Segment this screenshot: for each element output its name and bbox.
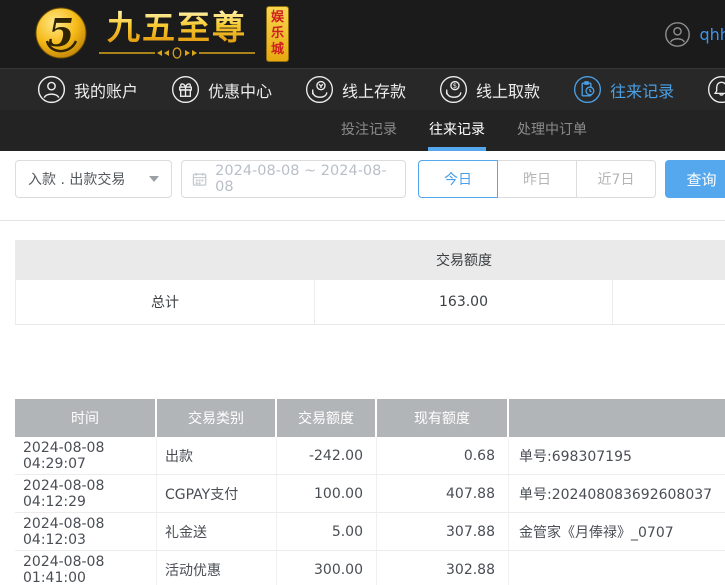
section-divider xyxy=(0,220,725,221)
transaction-type-value: 入款 . 出款交易 xyxy=(28,169,125,189)
nav-item-messages[interactable]: 信息 xyxy=(707,75,725,104)
table-row: 2024-08-08 01:41:00 活动优惠 300.00 302.88 xyxy=(15,551,725,585)
table-row: 2024-08-08 04:12:29 CGPAY支付 100.00 407.8… xyxy=(15,475,725,513)
transactions-table: 时间 交易类别 交易额度 现有额度 摘要 2024-08-08 04:29:07… xyxy=(15,399,725,585)
username[interactable]: qhhw xyxy=(699,25,725,44)
summary-header-empty xyxy=(15,240,315,280)
table-row: 2024-08-08 04:29:07 出款 -242.00 0.68 单号:6… xyxy=(15,437,725,475)
row-type: 礼金送 xyxy=(157,513,277,550)
summary-header-amount: 交易额度 xyxy=(315,240,613,280)
row-time: 2024-08-08 04:12:29 xyxy=(15,475,157,512)
row-time: 2024-08-08 01:41:00 xyxy=(15,551,157,585)
query-button[interactable]: 查询 xyxy=(665,160,725,198)
records-icon xyxy=(573,75,602,104)
avatar-icon xyxy=(664,21,691,48)
calendar-icon xyxy=(192,171,207,187)
summary-total-value: 163.00 xyxy=(315,280,613,324)
col-summary: 摘要 xyxy=(509,399,725,437)
col-type: 交易类别 xyxy=(157,399,277,437)
transactions-table-header: 时间 交易类别 交易额度 现有额度 摘要 xyxy=(15,399,725,437)
row-amount: -242.00 xyxy=(277,437,377,474)
summary-header-extra xyxy=(613,240,725,280)
row-type: 活动优惠 xyxy=(157,551,277,585)
nav-label: 往来记录 xyxy=(610,78,674,102)
date-range-value: 2024-08-08 ~ 2024-08-08 xyxy=(215,163,395,195)
transaction-records-page: 5 九五至尊 娱 乐 城 xyxy=(0,0,725,585)
deposit-icon xyxy=(305,75,334,104)
table-row: 2024-08-08 04:12:03 礼金送 5.00 307.88 金管家《… xyxy=(15,513,725,551)
range-yesterday-button[interactable]: 昨日 xyxy=(497,160,577,198)
row-type: 出款 xyxy=(157,437,277,474)
summary-total-label: 总计 xyxy=(15,280,315,324)
row-summary: 单号:698307195 xyxy=(509,437,725,474)
tab-transaction-records[interactable]: 往来记录 xyxy=(428,110,486,151)
summary-total-extra xyxy=(613,280,725,324)
tab-bet-records[interactable]: 投注记录 xyxy=(340,110,398,151)
col-amount: 交易额度 xyxy=(277,399,377,437)
svg-text:$: $ xyxy=(453,82,457,90)
logo-flourish-icon xyxy=(97,47,257,59)
row-summary: 金管家《月俸禄》_0707 xyxy=(509,513,725,550)
user-account[interactable]: qhhw xyxy=(664,0,725,68)
quick-range-group: 今日 昨日 近7日 xyxy=(418,160,656,198)
logo-badge: 娱 乐 城 xyxy=(266,6,289,62)
nav-item-records[interactable]: 往来记录 xyxy=(573,75,674,104)
site-logo[interactable]: 5 九五至尊 娱 乐 城 xyxy=(34,5,289,63)
gift-icon xyxy=(171,75,200,104)
chevron-down-icon xyxy=(149,176,159,182)
col-balance: 现有额度 xyxy=(377,399,509,437)
transaction-type-select[interactable]: 入款 . 出款交易 xyxy=(15,160,172,198)
row-amount: 300.00 xyxy=(277,551,377,585)
tab-pending-orders[interactable]: 处理中订单 xyxy=(516,110,588,151)
summary-table: 交易额度 总计 163.00 xyxy=(15,240,725,325)
nav-item-promotions[interactable]: 优惠中心 xyxy=(171,75,272,104)
date-range-input[interactable]: 2024-08-08 ~ 2024-08-08 xyxy=(181,160,406,198)
nav-item-my-account[interactable]: 我的账户 xyxy=(37,75,138,104)
col-time: 时间 xyxy=(15,399,157,437)
logo-emblem-icon: 5 xyxy=(34,5,88,63)
row-amount: 100.00 xyxy=(277,475,377,512)
filter-bar: 入款 . 出款交易 2024-08-08 ~ 2024-08-08 今日 昨日 … xyxy=(15,160,656,198)
nav-label: 优惠中心 xyxy=(208,78,272,102)
bell-icon xyxy=(707,75,725,104)
row-balance: 302.88 xyxy=(377,551,509,585)
nav-label: 我的账户 xyxy=(74,78,138,102)
row-balance: 307.88 xyxy=(377,513,509,550)
record-tabs: 投注记录 往来记录 处理中订单 xyxy=(0,110,725,151)
range-today-button[interactable]: 今日 xyxy=(418,160,498,198)
nav-label: 线上取款 xyxy=(476,78,540,102)
row-summary: 单号:202408083692608037 xyxy=(509,475,725,512)
nav-label: 线上存款 xyxy=(342,78,406,102)
summary-table-header: 交易额度 xyxy=(15,240,725,280)
row-balance: 407.88 xyxy=(377,475,509,512)
summary-total-row: 总计 163.00 xyxy=(15,280,725,325)
range-last7days-button[interactable]: 近7日 xyxy=(576,160,656,198)
nav-item-withdraw[interactable]: $ 线上取款 xyxy=(439,75,540,104)
nav-item-deposit[interactable]: 线上存款 xyxy=(305,75,406,104)
user-icon xyxy=(37,75,66,104)
withdraw-icon: $ xyxy=(439,75,468,104)
row-time: 2024-08-08 04:29:07 xyxy=(15,437,157,474)
site-header: 5 九五至尊 娱 乐 城 xyxy=(0,0,725,68)
row-type: CGPAY支付 xyxy=(157,475,277,512)
row-summary xyxy=(509,551,725,585)
row-balance: 0.68 xyxy=(377,437,509,474)
row-time: 2024-08-08 04:12:03 xyxy=(15,513,157,550)
row-amount: 5.00 xyxy=(277,513,377,550)
main-nav: 我的账户 优惠中心 线上存款 xyxy=(0,68,725,110)
site-title: 九五至尊 xyxy=(107,10,247,46)
